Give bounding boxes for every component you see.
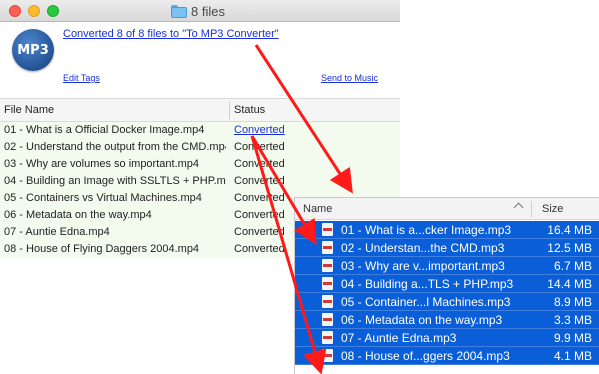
table-row[interactable]: 01 - What is a Official Docker Image.mp4… — [0, 122, 400, 139]
file-size: 6.7 MB — [553, 259, 592, 273]
list-item[interactable]: 05 - Container...l Machines.mp3 8.9 MB — [295, 293, 599, 311]
file-name: 01 - What is a Official Docker Image.mp4 — [4, 124, 205, 136]
edit-tags-link[interactable]: Edit Tags — [63, 73, 100, 83]
list-item[interactable]: 01 - What is a...cker Image.mp3 16.4 MB — [295, 221, 599, 239]
status-text: Converted — [234, 226, 285, 238]
column-header-status[interactable]: Status — [234, 104, 265, 116]
column-header-name[interactable]: Name — [303, 203, 332, 215]
column-divider[interactable] — [531, 201, 532, 217]
column-header-size[interactable]: Size — [542, 203, 563, 215]
chevron-up-icon[interactable] — [513, 202, 524, 213]
file-name: 02 - Understand the output from the CMD.… — [4, 141, 226, 153]
status-text: Converted — [234, 192, 285, 204]
table-row[interactable]: 02 - Understand the output from the CMD.… — [0, 139, 400, 156]
file-name: 03 - Why are volumes so important.mp4 — [4, 158, 200, 170]
mp3-file-name: 08 - House of...ggers 2004.mp3 — [341, 349, 510, 363]
mp3-file-icon — [322, 313, 333, 326]
status-link[interactable]: Converted — [234, 124, 285, 136]
file-list-header: File Name Status — [0, 98, 400, 122]
table-row[interactable]: 04 - Building an Image with SSLTLS + PHP… — [0, 173, 400, 190]
finder-list-header: Name Size — [295, 198, 599, 220]
mp3-file-name: 03 - Why are v...important.mp3 — [341, 259, 505, 273]
file-size: 9.9 MB — [553, 331, 592, 345]
zoom-button[interactable] — [47, 5, 59, 17]
file-name: 08 - House of Flying Daggers 2004.mp4 — [4, 243, 200, 255]
status-text: Converted — [234, 158, 285, 170]
mp3-file-icon — [322, 295, 333, 308]
conversion-summary: MP3 Converted 8 of 8 files to "To MP3 Co… — [0, 22, 400, 98]
finder-file-list: Name Size 01 - What is a...cker Image.mp… — [294, 197, 599, 374]
mp3-file-icon — [322, 331, 333, 344]
mp3-file-icon — [322, 223, 333, 236]
finder-rows: 01 - What is a...cker Image.mp3 16.4 MB 0… — [295, 221, 599, 365]
file-size: 12.5 MB — [547, 241, 592, 255]
file-size: 14.4 MB — [547, 277, 592, 291]
list-item[interactable]: 04 - Building a...TLS + PHP.mp3 14.4 MB — [295, 275, 599, 293]
mp3-file-icon — [322, 349, 333, 362]
list-item[interactable]: 02 - Understan...the CMD.mp3 12.5 MB — [295, 239, 599, 257]
minimize-button[interactable] — [28, 5, 40, 17]
list-item[interactable]: 03 - Why are v...important.mp3 6.7 MB — [295, 257, 599, 275]
status-text: Converted — [234, 209, 285, 221]
file-name: 04 - Building an Image with SSLTLS + PHP… — [4, 175, 226, 187]
column-header-file-name[interactable]: File Name — [4, 104, 54, 116]
mp3-file-name: 04 - Building a...TLS + PHP.mp3 — [341, 277, 514, 291]
list-item[interactable]: 06 - Metadata on the way.mp3 3.3 MB — [295, 311, 599, 329]
list-item[interactable]: 07 - Auntie Edna.mp3 9.9 MB — [295, 329, 599, 347]
mp3-file-name: 01 - What is a...cker Image.mp3 — [341, 223, 512, 237]
status-text: Converted — [234, 243, 285, 255]
file-name: 05 - Containers vs Virtual Machines.mp4 — [4, 192, 202, 204]
file-size: 4.1 MB — [553, 349, 592, 363]
window-title: 8 files — [171, 3, 225, 19]
mp3-file-name: 05 - Container...l Machines.mp3 — [341, 295, 511, 309]
file-size: 16.4 MB — [547, 223, 592, 237]
file-name: 06 - Metadata on the way.mp4 — [4, 209, 152, 221]
mp3-file-icon — [322, 241, 333, 254]
status-text: Converted — [234, 175, 285, 187]
mp3-file-name: 06 - Metadata on the way.mp3 — [341, 313, 503, 327]
table-row[interactable]: 03 - Why are volumes so important.mp4 Con… — [0, 156, 400, 173]
column-divider[interactable] — [229, 102, 230, 119]
window-title-text: 8 files — [191, 3, 225, 19]
title-bar[interactable]: 8 files — [0, 0, 400, 22]
file-size: 8.9 MB — [553, 295, 592, 309]
mp3-file-name: 02 - Understan...the CMD.mp3 — [341, 241, 505, 255]
send-to-music-link[interactable]: Send to Music — [321, 73, 378, 83]
close-button[interactable] — [9, 5, 21, 17]
list-item[interactable]: 08 - House of...ggers 2004.mp3 4.1 MB — [295, 347, 599, 365]
conversion-result-link[interactable]: Converted 8 of 8 files to "To MP3 Conver… — [63, 28, 279, 40]
status-text: Converted — [234, 141, 285, 153]
file-size: 3.3 MB — [553, 313, 592, 327]
mp3-file-name: 07 - Auntie Edna.mp3 — [341, 331, 457, 345]
file-name: 07 - Auntie Edna.mp4 — [4, 226, 110, 238]
mp3-app-icon: MP3 — [12, 29, 54, 71]
folder-icon — [171, 4, 187, 18]
mp3-file-icon — [322, 277, 333, 290]
mp3-file-icon — [322, 259, 333, 272]
